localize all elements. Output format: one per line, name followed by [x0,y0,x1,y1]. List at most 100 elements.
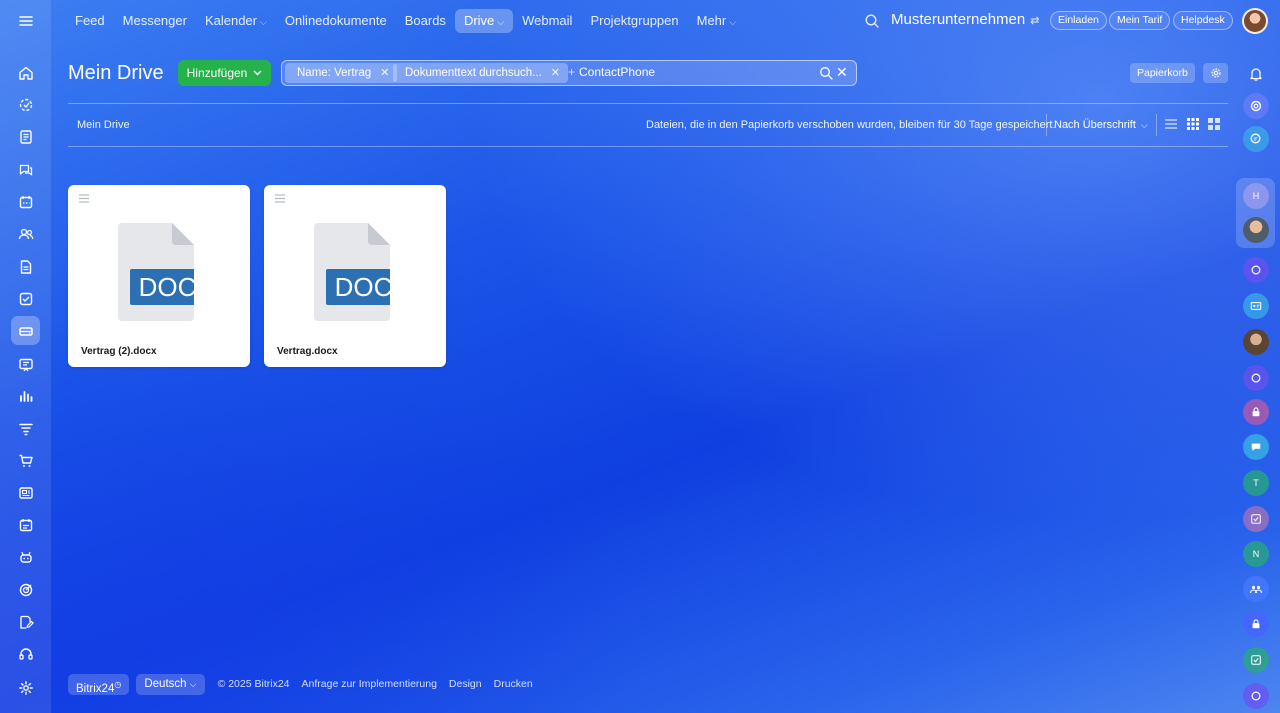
search-icon[interactable] [819,66,833,80]
file-tile[interactable]: DOC Vertrag (2).docx [68,185,250,367]
headset-icon[interactable] [11,639,40,668]
nav-item-onlinedokumente[interactable]: Onlinedokumente [276,9,396,33]
nav-item-webmail[interactable]: Webmail [513,9,581,33]
lock-icon[interactable] [1243,611,1269,637]
trash-button[interactable]: Papierkorb [1130,63,1195,83]
chat-avatar[interactable]: N [1243,541,1269,567]
nav-item-messenger[interactable]: Messenger [114,9,196,33]
avatar-letter: N [1252,549,1260,559]
home-icon[interactable] [11,58,40,87]
menu-icon[interactable] [275,194,285,203]
add-button[interactable]: Hinzufügen [178,60,271,86]
menu-icon[interactable] [11,6,40,35]
footer: Bitrix24◷ Deutsch ⌵ © 2025 Bitrix24 Anfr… [68,673,539,695]
contacts-icon[interactable] [11,219,40,248]
breadcrumb[interactable]: Mein Drive [77,119,130,131]
chat-avatar[interactable] [1243,329,1269,355]
edit-icon[interactable] [11,607,40,636]
invite-button[interactable]: Einladen [1050,11,1107,30]
filter-chip-label: Name: Vertrag [297,67,372,79]
search-filter-bar[interactable]: Name: Vertrag ✕ Dokumenttext durchsuch...… [281,60,857,86]
documents-icon[interactable] [11,122,40,151]
footer-link-implementation[interactable]: Anfrage zur Implementierung [302,678,437,690]
copilot-chat-icon[interactable] [1243,683,1269,709]
grid-view-icon[interactable] [1186,117,1200,131]
tasks-chat-icon[interactable] [1243,506,1269,532]
chat-icon[interactable] [11,155,40,184]
nav-item-boards[interactable]: Boards [396,9,455,33]
large-tiles-icon[interactable] [1207,117,1221,131]
nav-item-label: Kalender [204,13,257,28]
presentation-icon[interactable] [11,350,40,379]
top-navigation: Feed Messenger Kalender ⌵ Onlinedokumente Boa… [66,9,745,33]
divider [68,103,1228,104]
nav-item-drive[interactable]: Drive ⌵ [454,9,514,33]
filter-chip-text-search[interactable]: Dokumenttext durchsuch... ✕ [393,63,569,83]
nav-item-mehr[interactable]: Mehr ⌵ [688,9,745,33]
copilot-icon[interactable] [1243,93,1269,119]
calendar-icon[interactable] [11,187,40,216]
notifications-icon[interactable] [1243,61,1269,87]
search-chat-icon[interactable] [1243,126,1269,152]
chat-avatar[interactable]: T [1243,470,1269,496]
clear-search-icon[interactable]: ✕ [836,64,848,81]
chevron-down-icon: ⌵ [729,17,737,27]
filter-icon[interactable] [11,414,40,443]
nav-item-kalender[interactable]: Kalender ⌵ [196,9,276,33]
group-chat-icon[interactable] [1243,576,1269,602]
cart-icon[interactable] [11,446,40,475]
helpdesk-button[interactable]: Helpdesk [1173,11,1233,30]
right-sidebar: H T N [1232,0,1280,713]
menu-icon[interactable] [79,194,89,203]
lock-icon[interactable] [1243,399,1269,425]
filter-chip-name[interactable]: Name: Vertrag ✕ [285,63,398,83]
add-button-label: Hinzufügen [186,66,248,80]
company-name: Musterunternehmen [891,11,1026,28]
drive-icon[interactable] [11,316,40,345]
chat-bubble-icon[interactable] [1243,434,1269,460]
plus-icon: + [568,65,576,79]
language-selector[interactable]: Deutsch ⌵ [136,673,205,695]
tasks-icon[interactable] [11,284,40,313]
file-name[interactable]: Vertrag.docx [277,346,338,357]
company-switcher[interactable]: Musterunternehmen ⇄ [891,11,1039,28]
analytics-icon[interactable] [11,381,40,410]
footer-link-print[interactable]: Drucken [494,678,533,690]
list-view-icon[interactable] [1164,117,1178,131]
doc-icon[interactable] [11,252,40,281]
page-title: Mein Drive [68,62,164,84]
tasks-chat-icon[interactable] [1243,647,1269,673]
copilot-chat-icon[interactable] [1243,257,1269,283]
nav-item-projektgruppen[interactable]: Projektgruppen [581,9,687,33]
target-icon[interactable] [11,575,40,604]
chat-avatar[interactable] [1243,217,1269,243]
schedule-icon[interactable] [11,510,40,539]
sort-dropdown[interactable]: Nach Überschrift ⌵ [1054,119,1148,131]
feed-icon[interactable] [11,90,40,119]
chevron-down-icon: ⌵ [497,17,505,27]
remove-chip-icon[interactable]: ✕ [380,67,389,79]
file-tile[interactable]: DOC Vertrag.docx [264,185,446,367]
nav-item-label: Drive [463,13,495,28]
bitrix24-brand-button[interactable]: Bitrix24◷ [68,673,130,695]
nav-item-feed[interactable]: Feed [66,9,114,33]
clock-icon: ◷ [114,679,122,689]
doc-type-badge: DOC [335,272,390,302]
gear-icon[interactable] [1203,63,1228,83]
search-input[interactable]: + ContactPhone [568,65,655,79]
cards-icon[interactable] [11,478,40,507]
nav-item-label: Feed [75,13,105,28]
contact-card-icon[interactable] [1243,293,1269,319]
my-plan-button[interactable]: Mein Tarif [1109,11,1171,30]
remove-chip-icon[interactable]: ✕ [551,67,560,79]
chat-avatar[interactable]: H [1243,183,1269,209]
search-icon[interactable] [864,13,880,29]
footer-link-design[interactable]: Design [449,678,482,690]
language-label: Deutsch [144,677,187,690]
settings-icon[interactable] [11,673,40,702]
file-name[interactable]: Vertrag (2).docx [81,346,157,357]
robot-icon[interactable] [11,542,40,571]
copilot-chat-icon[interactable] [1243,365,1269,391]
divider [1046,114,1047,136]
nav-item-label: Mehr [696,13,727,28]
